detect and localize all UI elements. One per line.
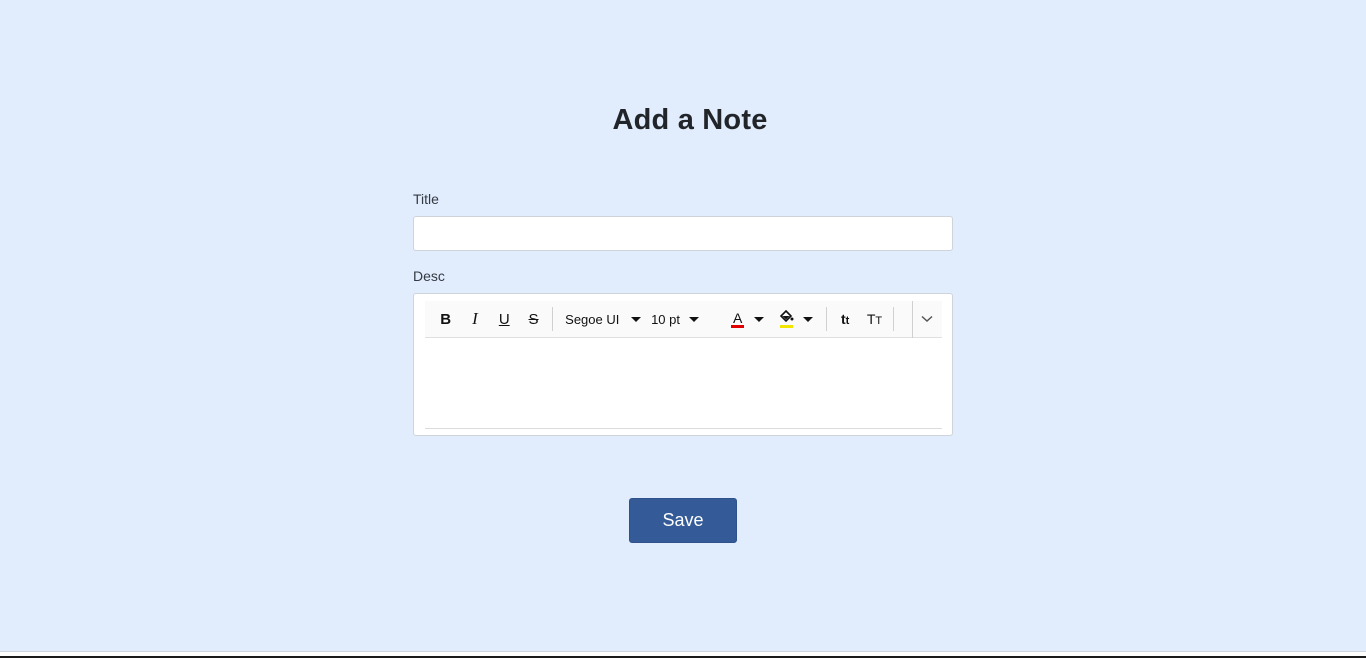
font-size-dropdown[interactable]: 10 pt — [651, 304, 712, 334]
rich-text-editor: B I U S Segoe UI 10 pt A tt TT — [413, 293, 953, 436]
more-options-button[interactable] — [913, 304, 942, 334]
more-chevron-icon — [921, 315, 933, 323]
font-color-swatch — [730, 325, 744, 328]
editor-toolbar: B I U S Segoe UI 10 pt A tt TT — [425, 300, 942, 338]
italic-icon: I — [472, 309, 478, 328]
page-background: Add a Note Title Desc B I U S Segoe UI 1… — [0, 0, 1366, 651]
font-size-value: 10 pt — [651, 311, 680, 327]
lowercase-button[interactable]: tt — [831, 304, 860, 334]
toolbar-separator — [893, 307, 895, 331]
font-family-dropdown[interactable]: Segoe UI — [557, 304, 651, 334]
underline-icon: U — [498, 310, 510, 328]
font-color-icon: A — [730, 310, 746, 328]
save-button[interactable]: Save — [629, 498, 737, 543]
strikethrough-button[interactable]: S — [519, 304, 548, 334]
lowercase-icon: tt — [840, 311, 850, 327]
bold-button[interactable]: B — [431, 304, 460, 334]
highlight-color-swatch — [779, 325, 793, 328]
highlight-icon — [779, 310, 795, 328]
bold-icon: B — [440, 310, 452, 328]
strikethrough-icon: S — [528, 310, 539, 328]
desc-editor-area[interactable] — [425, 339, 942, 429]
chevron-down-icon — [631, 316, 642, 322]
title-label: Title — [413, 191, 439, 207]
underline-button[interactable]: U — [490, 304, 519, 334]
title-input[interactable] — [413, 216, 953, 251]
toolbar-separator — [825, 307, 827, 331]
desc-label: Desc — [413, 268, 445, 284]
font-color-glyph: A — [732, 310, 743, 326]
paint-bucket-icon — [779, 310, 794, 323]
uppercase-button[interactable]: TT — [860, 304, 889, 334]
chevron-down-icon — [689, 316, 699, 322]
font-color-picker[interactable]: A — [724, 304, 773, 334]
highlight-color-picker[interactable] — [773, 304, 822, 334]
uppercase-icon: TT — [866, 311, 883, 327]
italic-button[interactable]: I — [460, 304, 489, 334]
page-title: Add a Note — [612, 104, 768, 136]
font-family-value: Segoe UI — [565, 311, 620, 327]
chevron-down-icon — [753, 316, 764, 322]
chevron-down-icon — [802, 316, 813, 322]
toolbar-separator — [552, 307, 554, 331]
